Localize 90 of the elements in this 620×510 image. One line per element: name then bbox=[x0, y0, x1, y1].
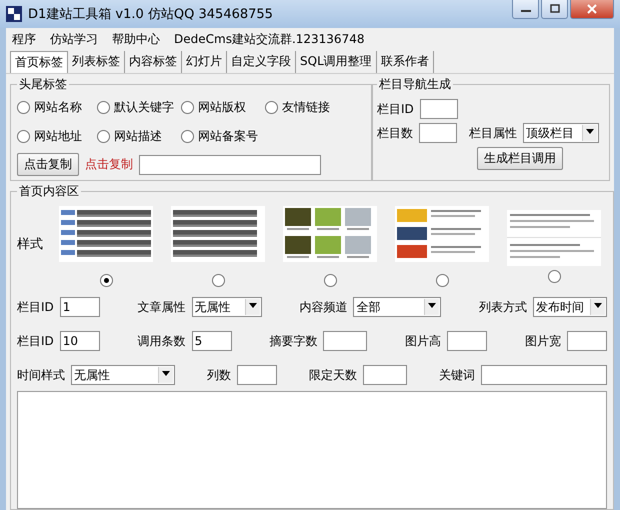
dropdown[interactable]: 无属性 bbox=[71, 365, 175, 385]
text-area[interactable] bbox=[17, 391, 607, 509]
field-label: 栏目属性 bbox=[469, 124, 517, 142]
field-label: 摘要字数 bbox=[269, 332, 318, 350]
radio-button[interactable] bbox=[181, 130, 194, 143]
tab[interactable]: SQL调用整理 bbox=[296, 51, 377, 73]
radio-label: 网站描述 bbox=[114, 128, 162, 145]
radio-label: 网站名称 bbox=[34, 99, 82, 116]
field-label: 内容频道 bbox=[299, 298, 348, 316]
dropdown[interactable]: 无属性 bbox=[192, 297, 262, 317]
field-label: 图片宽 bbox=[524, 332, 561, 350]
app-icon bbox=[6, 6, 22, 22]
maximize-icon bbox=[548, 4, 560, 14]
radio-button[interactable] bbox=[181, 101, 194, 114]
field-label: 列表方式 bbox=[478, 298, 527, 316]
radio-button[interactable] bbox=[17, 130, 30, 143]
radio-button[interactable] bbox=[548, 270, 560, 283]
tab[interactable]: 自定义字段 bbox=[227, 51, 296, 73]
input-field[interactable]: 5 bbox=[192, 331, 232, 351]
field-label: 时间样式 bbox=[17, 366, 65, 384]
caret-icon bbox=[424, 299, 440, 315]
tab[interactable]: 列表标签 bbox=[68, 51, 125, 73]
field-label: 列数 bbox=[207, 366, 231, 384]
maximize-button[interactable] bbox=[541, 0, 568, 19]
field-label: 栏目数 bbox=[377, 124, 413, 142]
input-field[interactable]: 10 bbox=[60, 331, 100, 351]
radio-label: 网站备案号 bbox=[198, 128, 258, 145]
menu-item[interactable]: 仿站学习 bbox=[50, 31, 98, 48]
input-field[interactable]: 1 bbox=[60, 297, 100, 317]
copy-button[interactable]: 点击复制 bbox=[17, 153, 79, 176]
input-field[interactable] bbox=[237, 365, 277, 385]
window-title: D1建站工具箱 v1.0 仿站QQ 345468755 bbox=[28, 6, 273, 23]
field-label: 栏目ID bbox=[377, 100, 414, 118]
radio-button[interactable] bbox=[324, 274, 336, 287]
field-label: 文章属性 bbox=[138, 298, 186, 316]
menu-item[interactable]: 帮助中心 bbox=[112, 31, 160, 48]
field-label: 栏目ID bbox=[17, 298, 54, 316]
input-field[interactable] bbox=[566, 331, 607, 351]
radio-button[interactable] bbox=[97, 130, 110, 143]
caret-icon bbox=[244, 299, 260, 315]
radio-option[interactable]: 网站地址 bbox=[17, 128, 97, 145]
radio-option[interactable]: 网站名称 bbox=[17, 99, 97, 116]
minimize-button[interactable] bbox=[512, 0, 539, 19]
dropdown[interactable]: 顶级栏目 bbox=[523, 123, 599, 143]
input-field[interactable] bbox=[323, 331, 368, 351]
input-field[interactable] bbox=[420, 99, 458, 119]
field-label: 调用条数 bbox=[138, 332, 186, 350]
dropdown[interactable]: 全部 bbox=[353, 297, 442, 317]
field-label: 关键词 bbox=[439, 366, 475, 384]
tab[interactable]: 内容标签 bbox=[125, 51, 182, 73]
tab[interactable]: 首页标签 bbox=[10, 51, 68, 73]
field-label: 栏目ID bbox=[17, 332, 54, 350]
radio-option[interactable]: 网站备案号 bbox=[181, 128, 355, 145]
radio-label: 网站地址 bbox=[34, 128, 82, 145]
radio-button[interactable] bbox=[17, 101, 30, 114]
field-label: 图片高 bbox=[405, 332, 442, 350]
dropdown[interactable]: 发布时间 bbox=[532, 297, 607, 317]
radio-option[interactable]: 网站版权 bbox=[181, 99, 265, 116]
radio-button[interactable] bbox=[436, 274, 448, 287]
generate-button[interactable]: 生成栏目调用 bbox=[477, 147, 563, 170]
radio-label: 友情链接 bbox=[282, 99, 330, 116]
tab[interactable]: 联系作者 bbox=[376, 51, 434, 73]
radio-option[interactable]: 默认关键字 bbox=[97, 99, 181, 116]
radio-option[interactable]: 网站描述 bbox=[97, 128, 181, 145]
close-icon bbox=[586, 4, 598, 14]
caret-icon bbox=[158, 367, 173, 383]
caret-icon bbox=[590, 299, 605, 315]
input-field[interactable] bbox=[447, 331, 488, 351]
group-title: 栏目导航生成 bbox=[378, 76, 452, 93]
radio-button[interactable] bbox=[100, 274, 112, 287]
radio-label: 默认关键字 bbox=[114, 99, 174, 116]
radio-button[interactable] bbox=[212, 274, 224, 287]
tab[interactable]: 幻灯片 bbox=[182, 51, 227, 73]
group-title: 头尾标签 bbox=[18, 76, 68, 93]
menu-item[interactable]: DedeCms建站交流群.123136748 bbox=[174, 31, 364, 48]
close-button[interactable] bbox=[570, 0, 614, 19]
copy-label: 点击复制 bbox=[85, 156, 133, 173]
field-label: 样式 bbox=[17, 236, 43, 252]
radio-button[interactable] bbox=[265, 101, 278, 114]
group-title: 首页内容区 bbox=[18, 183, 80, 200]
radio-button[interactable] bbox=[97, 101, 110, 114]
input-field[interactable] bbox=[481, 365, 607, 385]
caret-icon bbox=[582, 125, 597, 141]
input-field[interactable] bbox=[419, 123, 457, 143]
input-field[interactable] bbox=[363, 365, 407, 385]
copy-field[interactable] bbox=[139, 154, 321, 174]
field-label: 限定天数 bbox=[309, 366, 357, 384]
menu-item[interactable]: 程序 bbox=[12, 31, 36, 48]
radio-label: 网站版权 bbox=[198, 99, 246, 116]
radio-option[interactable]: 友情链接 bbox=[265, 99, 355, 116]
